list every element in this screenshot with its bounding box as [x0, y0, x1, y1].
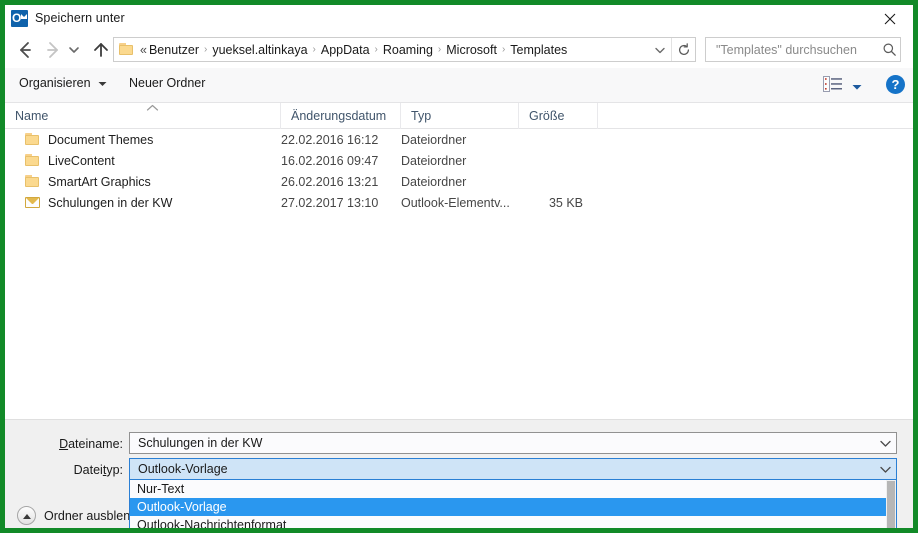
file-size-cell: 35 KB [548, 195, 583, 210]
breadcrumb-item-0[interactable]: Benutzer [149, 43, 199, 57]
filename-label-rest: ateiname: [68, 437, 123, 451]
window-title: Speichern unter [35, 11, 125, 25]
view-caret-icon [852, 78, 862, 96]
filename-input[interactable]: Schulungen in der KW [129, 432, 897, 454]
new-folder-label: Neuer Ordner [129, 76, 206, 90]
search-box[interactable] [705, 37, 901, 62]
file-name-cell: Document Themes [48, 132, 154, 147]
chevron-down-icon [98, 76, 107, 90]
column-header-name[interactable]: Name [5, 103, 281, 129]
breadcrumb-overflow[interactable]: « [140, 43, 147, 57]
view-options-button[interactable] [823, 76, 862, 97]
breadcrumb-item-4[interactable]: Microsoft [446, 43, 497, 57]
folder-icon [24, 175, 41, 188]
filetype-dropdown-list[interactable]: Nur-Text Outlook-Vorlage Outlook-Nachricht… [129, 480, 897, 528]
address-dropdown-icon[interactable] [649, 38, 671, 61]
folder-icon [24, 133, 41, 146]
organize-button[interactable]: Organisieren [19, 76, 107, 90]
outlook-icon: O [11, 10, 28, 27]
file-date-cell: 16.02.2016 09:47 [281, 153, 379, 168]
column-headers: Name Änderungsdatum Typ Größe [5, 103, 913, 129]
column-header-size[interactable]: Größe [519, 103, 598, 129]
sort-ascending-icon [146, 104, 159, 114]
navigation-bar: « Benutzer › yueksel.altinkaya › AppData… [5, 32, 913, 68]
title-bar: O Speichern unter [5, 5, 913, 32]
file-date-cell: 26.02.2016 13:21 [281, 174, 379, 189]
folder-icon [24, 154, 41, 167]
filename-value: Schulungen in der KW [138, 436, 263, 450]
table-row[interactable]: Document Themes 22.02.2016 16:12 Dateiordn… [5, 129, 913, 150]
file-name-cell: LiveContent [48, 153, 115, 168]
file-type-cell: Dateiordner [401, 153, 467, 168]
close-button[interactable] [867, 5, 913, 32]
new-folder-button[interactable]: Neuer Ordner [129, 76, 205, 90]
breadcrumb-separator-icon: › [501, 44, 506, 55]
breadcrumb-separator-icon: › [437, 44, 442, 55]
file-name-cell: Schulungen in der KW [48, 195, 173, 210]
mail-icon [24, 197, 41, 208]
column-header-date[interactable]: Änderungsdatum [281, 103, 401, 129]
up-arrow-icon[interactable] [89, 38, 113, 62]
breadcrumb-item-1[interactable]: yueksel.altinkaya [212, 43, 307, 57]
file-type-cell: Dateiordner [401, 174, 467, 189]
dropdown-option[interactable]: Nur-Text [130, 480, 896, 498]
filetype-label: Dateityp: [73, 463, 123, 477]
file-type-cell: Dateiordner [401, 132, 467, 147]
command-bar: Organisieren Neuer Ordner ? [5, 68, 913, 103]
green-outer-frame: O Speichern unter « Benutzer › yueksel.a… [0, 0, 918, 533]
refresh-icon[interactable] [671, 38, 695, 61]
breadcrumb-item-5[interactable]: Templates [510, 43, 567, 57]
dropdown-option[interactable]: Outlook-Nachrichtenformat [130, 516, 896, 528]
dropdown-option[interactable]: Outlook-Vorlage [130, 498, 896, 516]
list-view-icon [823, 76, 843, 97]
search-icon [879, 42, 900, 57]
file-date-cell: 22.02.2016 16:12 [281, 132, 379, 147]
file-list[interactable]: Document Themes 22.02.2016 16:12 Dateiordn… [5, 129, 913, 419]
address-bar[interactable]: « Benutzer › yueksel.altinkaya › AppData… [113, 37, 696, 62]
save-as-dialog: O Speichern unter « Benutzer › yueksel.a… [5, 5, 913, 528]
filetype-value: Outlook-Vorlage [138, 462, 228, 476]
filename-label: Dateiname: [59, 437, 123, 451]
file-date-cell: 27.02.2017 13:10 [281, 195, 379, 210]
table-row[interactable]: LiveContent 16.02.2016 09:47 Dateiordner [5, 150, 913, 171]
breadcrumb-separator-icon: › [312, 44, 316, 55]
folder-icon [119, 43, 134, 56]
chevron-down-icon[interactable] [874, 465, 896, 474]
dropdown-scrollbar[interactable] [886, 480, 896, 528]
scrollbar-thumb[interactable] [887, 481, 895, 528]
breadcrumb-item-2[interactable]: AppData [321, 43, 370, 57]
column-header-type[interactable]: Typ [401, 103, 519, 129]
breadcrumb-separator-icon: › [203, 44, 208, 55]
file-name-cell: SmartArt Graphics [48, 174, 151, 189]
forward-arrow-icon[interactable] [41, 38, 65, 62]
back-arrow-icon[interactable] [13, 38, 37, 62]
breadcrumb-item-3[interactable]: Roaming [383, 43, 433, 57]
save-options-panel: Dateiname: Dateityp: Schulungen in der K… [5, 419, 913, 528]
breadcrumb-separator-icon: › [374, 44, 378, 55]
file-type-cell: Outlook-Elementv... [401, 195, 510, 210]
recent-locations-chevron-icon[interactable] [65, 38, 83, 62]
filetype-label-rest: yp: [106, 463, 123, 477]
collapse-up-icon [17, 506, 36, 525]
filetype-combobox[interactable]: Outlook-Vorlage [129, 458, 897, 480]
organize-label: Organisieren [19, 76, 91, 90]
table-row[interactable]: SmartArt Graphics 26.02.2016 13:21 Dateior… [5, 171, 913, 192]
chevron-down-icon[interactable] [874, 439, 896, 448]
help-button[interactable]: ? [886, 75, 905, 94]
breadcrumb: « Benutzer › yueksel.altinkaya › AppData… [140, 43, 649, 57]
search-input[interactable] [714, 41, 879, 58]
table-row[interactable]: Schulungen in der KW 27.02.2017 13:10 Outl… [5, 192, 913, 213]
